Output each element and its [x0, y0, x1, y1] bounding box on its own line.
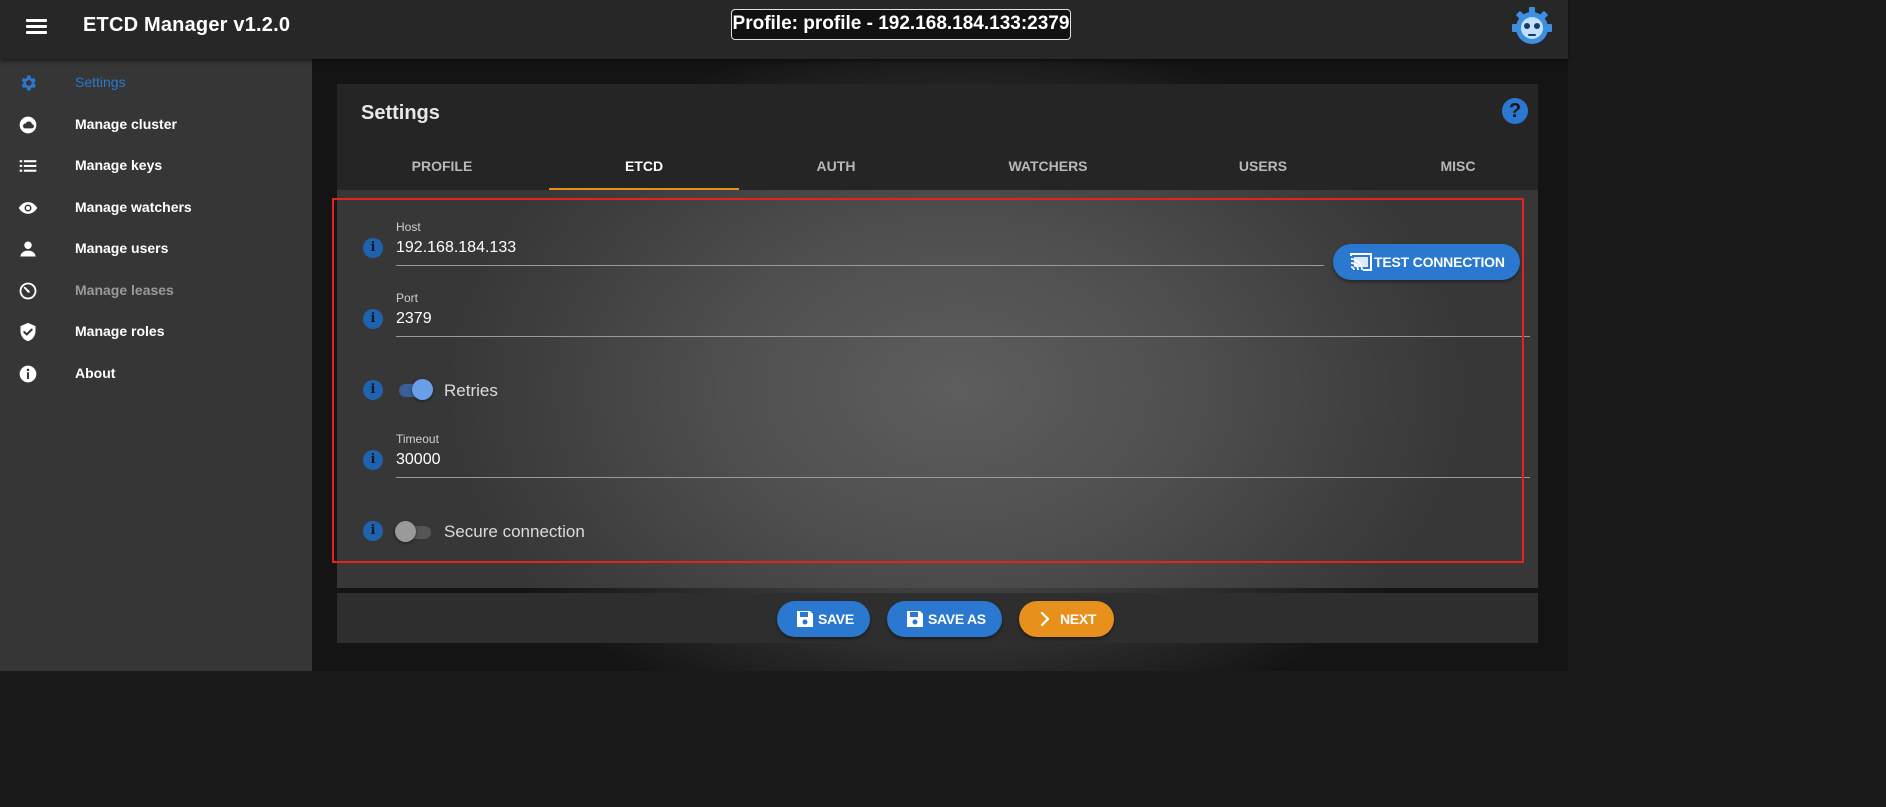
help-icon[interactable]: ?	[1502, 98, 1528, 124]
port-info-icon[interactable]: i	[363, 309, 383, 329]
sidebar-item-label: Manage keys	[75, 157, 163, 173]
save-as-button[interactable]: SAVE AS	[887, 601, 1002, 637]
page-title: Settings	[361, 102, 440, 124]
tab-etcd[interactable]: ETCD	[549, 142, 739, 190]
retries-info-icon[interactable]: i	[363, 380, 383, 400]
list-icon	[19, 160, 37, 172]
sidebar-item-label: Manage leases	[75, 282, 174, 298]
sidebar-item-label: Settings	[75, 74, 126, 90]
retries-toggle[interactable]	[397, 379, 433, 401]
hamburger-menu-icon[interactable]	[26, 17, 48, 35]
timeout-info-icon[interactable]: i	[363, 450, 383, 470]
timeout-input[interactable]	[396, 451, 1296, 469]
sidebar-item-manage-leases[interactable]: Manage leases	[0, 271, 312, 311]
shield-check-icon	[20, 322, 36, 342]
secure-connection-toggle[interactable]	[395, 521, 431, 543]
port-underline	[396, 336, 1530, 337]
timer-icon	[19, 282, 37, 300]
info-icon	[19, 365, 37, 383]
sidebar-item-label: Manage users	[75, 240, 169, 256]
settings-tabs: PROFILE ETCD AUTH WATCHERS USERS MISC	[337, 142, 1538, 190]
retries-label: Retries	[444, 381, 498, 400]
tab-watchers[interactable]: WATCHERS	[953, 142, 1143, 190]
timeout-underline	[396, 477, 1530, 478]
port-input[interactable]	[396, 310, 1296, 328]
sidebar-item-settings[interactable]: Settings	[0, 63, 312, 103]
floppy-disk-icon	[907, 611, 923, 627]
sidebar-item-label: Manage watchers	[75, 199, 192, 215]
host-info-icon[interactable]: i	[363, 238, 383, 258]
host-input[interactable]	[396, 239, 1296, 257]
secure-info-icon[interactable]: i	[363, 521, 383, 541]
sidebar-item-manage-watchers[interactable]: Manage watchers	[0, 188, 312, 228]
profile-chip: Profile: profile - 192.168.184.133:2379	[731, 9, 1071, 40]
host-underline	[396, 265, 1324, 266]
sidebar-item-label: About	[75, 365, 116, 381]
floppy-disk-icon	[797, 611, 813, 627]
port-label: Port	[396, 291, 419, 305]
etcd-robot-logo-icon	[1512, 7, 1552, 44]
next-button[interactable]: NEXT	[1019, 601, 1114, 637]
sidebar-item-manage-roles[interactable]: Manage roles	[0, 312, 312, 352]
sidebar-item-label: Manage roles	[75, 323, 165, 339]
tab-misc[interactable]: MISC	[1363, 142, 1553, 190]
test-connection-button[interactable]: TEST CONNECTION	[1333, 244, 1520, 280]
main-content: Settings ? PROFILE ETCD AUTH WATCHERS US…	[312, 59, 1568, 671]
settings-header: Settings ?	[337, 84, 1538, 142]
person-icon	[20, 241, 36, 257]
sidebar-item-label: Manage cluster	[75, 116, 177, 132]
sidebar-item-manage-cluster[interactable]: Manage cluster	[0, 105, 312, 145]
tab-profile[interactable]: PROFILE	[347, 142, 537, 190]
sidebar: Settings Manage cluster Manage keys Mana…	[0, 59, 312, 671]
gear-icon	[21, 75, 36, 91]
tab-auth[interactable]: AUTH	[741, 142, 931, 190]
tab-users[interactable]: USERS	[1168, 142, 1358, 190]
sidebar-item-manage-keys[interactable]: Manage keys	[0, 146, 312, 186]
cast-connected-icon	[1350, 253, 1372, 271]
eye-icon	[18, 202, 38, 214]
app-title: ETCD Manager v1.2.0	[83, 14, 291, 36]
host-label: Host	[396, 220, 421, 234]
secure-connection-label: Secure connection	[444, 522, 585, 541]
sidebar-item-about[interactable]: About	[0, 354, 312, 394]
save-button[interactable]: SAVE	[777, 601, 870, 637]
sidebar-item-manage-users[interactable]: Manage users	[0, 229, 312, 269]
app-bar: ETCD Manager v1.2.0 Profile: profile - 1…	[0, 0, 1568, 59]
chevron-right-icon	[1040, 612, 1050, 626]
timeout-label: Timeout	[396, 432, 439, 446]
cloud-icon	[19, 116, 37, 134]
